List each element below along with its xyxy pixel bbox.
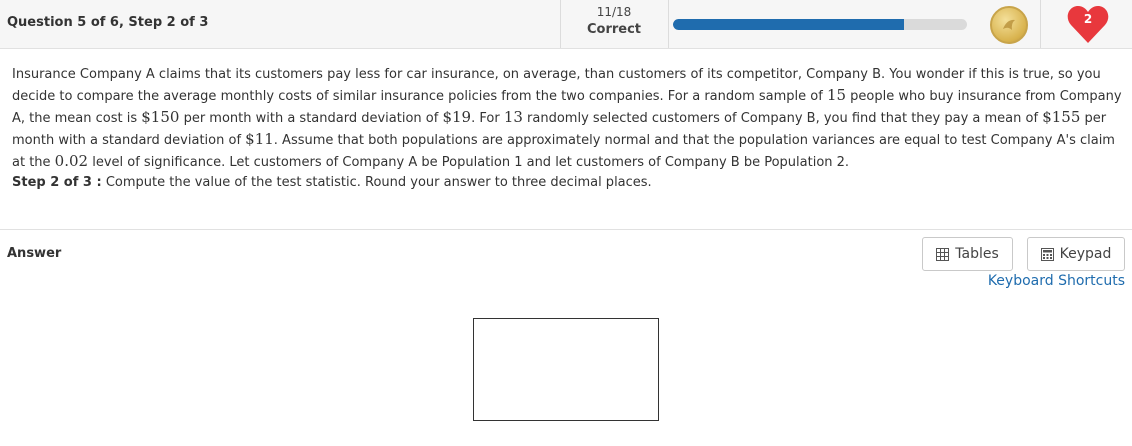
question-progress-label: Question 5 of 6, Step 2 of 3 [7,15,209,30]
table-icon [936,247,950,261]
score-fraction: 11/18 [596,5,632,19]
step-text: Compute the value of the test statistic.… [101,175,652,190]
question-text: Insurance Company A claims that its cust… [12,65,1122,173]
coin-icon[interactable] [990,6,1028,44]
step-instruction: Step 2 of 3 : Compute the value of the t… [12,175,652,190]
answer-label: Answer [7,246,62,261]
keypad-icon [1040,247,1054,261]
score-status: Correct [586,22,642,37]
question-text-part: randomly selected customers of Company B… [522,111,1043,126]
tables-button-label: Tables [955,246,999,262]
keypad-button-label: Keypad [1059,246,1112,262]
question-text-part: . For [471,111,504,126]
progress-bar-fill [673,19,905,30]
answer-input[interactable] [473,318,659,421]
header-divider [668,0,669,48]
coin-emblem-icon [1003,19,1015,30]
sd-b: $11 [245,130,274,148]
mean-b: $155 [1042,108,1081,126]
question-text-part: level of significance. Let customers of … [88,155,850,170]
sd-a: $19 [442,108,472,126]
keyboard-shortcuts-link[interactable]: Keyboard Shortcuts [988,273,1125,289]
progress-bar [673,19,967,30]
significance-level: 0.02 [54,152,89,170]
section-divider [0,229,1132,230]
question-text-part: per month with a standard deviation of [179,111,443,126]
hearts-count: 2 [1083,12,1093,26]
heart-icon[interactable]: 2 [1066,3,1110,45]
keypad-button[interactable]: Keypad [1027,237,1125,271]
question-header: Question 5 of 6, Step 2 of 3 11/18 Corre… [0,0,1132,49]
header-divider [1040,0,1041,48]
sample-size-a: 15 [826,86,847,104]
step-label: Step 2 of 3 : [12,175,102,190]
mean-a: $150 [141,108,180,126]
sample-size-b: 13 [503,108,523,126]
tables-button[interactable]: Tables [922,237,1013,271]
